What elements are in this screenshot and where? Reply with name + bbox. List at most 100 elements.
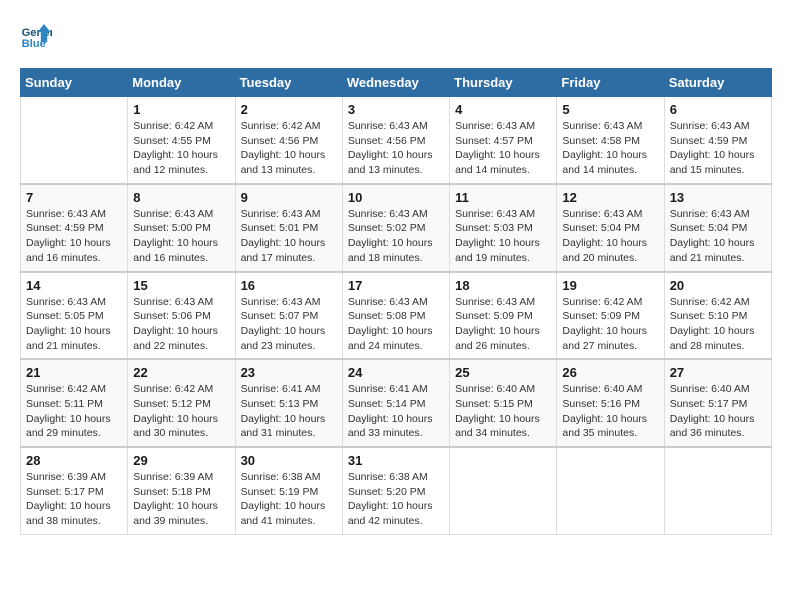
calendar-cell: 26 Sunrise: 6:40 AM Sunset: 5:16 PM Dayli…	[557, 359, 664, 447]
calendar-cell: 23 Sunrise: 6:41 AM Sunset: 5:13 PM Dayli…	[235, 359, 342, 447]
calendar-cell: 7 Sunrise: 6:43 AM Sunset: 4:59 PM Daylig…	[21, 184, 128, 272]
day-info: Sunrise: 6:43 AM Sunset: 5:04 PM Dayligh…	[670, 207, 766, 266]
day-info: Sunrise: 6:42 AM Sunset: 4:55 PM Dayligh…	[133, 119, 229, 178]
weekday-header-saturday: Saturday	[664, 69, 771, 97]
day-number: 23	[241, 365, 337, 380]
day-number: 18	[455, 278, 551, 293]
calendar-cell: 10 Sunrise: 6:43 AM Sunset: 5:02 PM Dayli…	[342, 184, 449, 272]
calendar-cell: 4 Sunrise: 6:43 AM Sunset: 4:57 PM Daylig…	[450, 97, 557, 184]
calendar-week-row: 14Sunrise: 6:43 AM Sunset: 5:05 PM Dayli…	[21, 272, 772, 360]
day-number: 15	[133, 278, 229, 293]
calendar-cell: 5 Sunrise: 6:43 AM Sunset: 4:58 PM Daylig…	[557, 97, 664, 184]
calendar-cell: 27 Sunrise: 6:40 AM Sunset: 5:17 PM Dayli…	[664, 359, 771, 447]
calendar-cell: 13Sunrise: 6:43 AM Sunset: 5:04 PM Dayli…	[664, 184, 771, 272]
day-info: Sunrise: 6:43 AM Sunset: 4:56 PM Dayligh…	[348, 119, 444, 178]
day-number: 8	[133, 190, 229, 205]
weekday-header-thursday: Thursday	[450, 69, 557, 97]
day-number: 31	[348, 453, 444, 468]
day-number: 3	[348, 102, 444, 117]
day-number: 20	[670, 278, 766, 293]
weekday-header-monday: Monday	[128, 69, 235, 97]
day-number: 9	[241, 190, 337, 205]
day-info: Sunrise: 6:40 AM Sunset: 5:16 PM Dayligh…	[562, 382, 658, 441]
day-number: 2	[241, 102, 337, 117]
day-number: 1	[133, 102, 229, 117]
calendar-header: SundayMondayTuesdayWednesdayThursdayFrid…	[21, 69, 772, 97]
day-info: Sunrise: 6:43 AM Sunset: 4:59 PM Dayligh…	[26, 207, 122, 266]
day-info: Sunrise: 6:43 AM Sunset: 4:58 PM Dayligh…	[562, 119, 658, 178]
calendar-cell: 18 Sunrise: 6:43 AM Sunset: 5:09 PM Dayli…	[450, 272, 557, 360]
day-number: 16	[241, 278, 337, 293]
day-info: Sunrise: 6:41 AM Sunset: 5:13 PM Dayligh…	[241, 382, 337, 441]
day-info: Sunrise: 6:43 AM Sunset: 4:59 PM Dayligh…	[670, 119, 766, 178]
day-info: Sunrise: 6:40 AM Sunset: 5:15 PM Dayligh…	[455, 382, 551, 441]
day-info: Sunrise: 6:39 AM Sunset: 5:17 PM Dayligh…	[26, 470, 122, 529]
calendar-cell: 3 Sunrise: 6:43 AM Sunset: 4:56 PM Daylig…	[342, 97, 449, 184]
calendar-cell: 19 Sunrise: 6:42 AM Sunset: 5:09 PM Dayli…	[557, 272, 664, 360]
day-info: Sunrise: 6:43 AM Sunset: 5:00 PM Dayligh…	[133, 207, 229, 266]
day-number: 11	[455, 190, 551, 205]
calendar-cell: 8 Sunrise: 6:43 AM Sunset: 5:00 PM Daylig…	[128, 184, 235, 272]
day-info: Sunrise: 6:43 AM Sunset: 5:03 PM Dayligh…	[455, 207, 551, 266]
day-info: Sunrise: 6:43 AM Sunset: 5:09 PM Dayligh…	[455, 295, 551, 354]
day-number: 4	[455, 102, 551, 117]
calendar-cell	[450, 447, 557, 534]
day-number: 25	[455, 365, 551, 380]
calendar-week-row: 21 Sunrise: 6:42 AM Sunset: 5:11 PM Dayli…	[21, 359, 772, 447]
day-number: 24	[348, 365, 444, 380]
weekday-header-sunday: Sunday	[21, 69, 128, 97]
day-info: Sunrise: 6:42 AM Sunset: 5:11 PM Dayligh…	[26, 382, 122, 441]
calendar-cell: 28 Sunrise: 6:39 AM Sunset: 5:17 PM Dayli…	[21, 447, 128, 534]
day-info: Sunrise: 6:43 AM Sunset: 5:01 PM Dayligh…	[241, 207, 337, 266]
day-info: Sunrise: 6:43 AM Sunset: 4:57 PM Dayligh…	[455, 119, 551, 178]
calendar-cell	[557, 447, 664, 534]
day-number: 27	[670, 365, 766, 380]
logo: General Blue	[20, 20, 56, 52]
day-info: Sunrise: 6:42 AM Sunset: 5:09 PM Dayligh…	[562, 295, 658, 354]
day-number: 6	[670, 102, 766, 117]
weekday-header-wednesday: Wednesday	[342, 69, 449, 97]
calendar-cell: 14Sunrise: 6:43 AM Sunset: 5:05 PM Dayli…	[21, 272, 128, 360]
day-info: Sunrise: 6:38 AM Sunset: 5:19 PM Dayligh…	[241, 470, 337, 529]
day-info: Sunrise: 6:41 AM Sunset: 5:14 PM Dayligh…	[348, 382, 444, 441]
day-info: Sunrise: 6:40 AM Sunset: 5:17 PM Dayligh…	[670, 382, 766, 441]
weekday-header-row: SundayMondayTuesdayWednesdayThursdayFrid…	[21, 69, 772, 97]
calendar-cell: 29 Sunrise: 6:39 AM Sunset: 5:18 PM Dayli…	[128, 447, 235, 534]
day-info: Sunrise: 6:42 AM Sunset: 4:56 PM Dayligh…	[241, 119, 337, 178]
day-number: 28	[26, 453, 122, 468]
day-number: 29	[133, 453, 229, 468]
calendar-cell: 2 Sunrise: 6:42 AM Sunset: 4:56 PM Daylig…	[235, 97, 342, 184]
calendar-cell: 21 Sunrise: 6:42 AM Sunset: 5:11 PM Dayli…	[21, 359, 128, 447]
day-number: 30	[241, 453, 337, 468]
page-header: General Blue	[20, 20, 772, 52]
calendar-body: 1 Sunrise: 6:42 AM Sunset: 4:55 PM Daylig…	[21, 97, 772, 535]
day-number: 17	[348, 278, 444, 293]
day-info: Sunrise: 6:39 AM Sunset: 5:18 PM Dayligh…	[133, 470, 229, 529]
day-info: Sunrise: 6:38 AM Sunset: 5:20 PM Dayligh…	[348, 470, 444, 529]
day-number: 19	[562, 278, 658, 293]
day-info: Sunrise: 6:43 AM Sunset: 5:02 PM Dayligh…	[348, 207, 444, 266]
calendar-cell: 16Sunrise: 6:43 AM Sunset: 5:07 PM Dayli…	[235, 272, 342, 360]
logo-icon: General Blue	[20, 20, 52, 52]
calendar-cell: 24 Sunrise: 6:41 AM Sunset: 5:14 PM Dayli…	[342, 359, 449, 447]
calendar-cell: 9 Sunrise: 6:43 AM Sunset: 5:01 PM Daylig…	[235, 184, 342, 272]
calendar-cell: 20 Sunrise: 6:42 AM Sunset: 5:10 PM Dayli…	[664, 272, 771, 360]
calendar-week-row: 1 Sunrise: 6:42 AM Sunset: 4:55 PM Daylig…	[21, 97, 772, 184]
calendar-cell: 25 Sunrise: 6:40 AM Sunset: 5:15 PM Dayli…	[450, 359, 557, 447]
day-number: 12	[562, 190, 658, 205]
calendar-cell: 17Sunrise: 6:43 AM Sunset: 5:08 PM Dayli…	[342, 272, 449, 360]
day-number: 26	[562, 365, 658, 380]
day-info: Sunrise: 6:42 AM Sunset: 5:10 PM Dayligh…	[670, 295, 766, 354]
calendar-cell: 30 Sunrise: 6:38 AM Sunset: 5:19 PM Dayli…	[235, 447, 342, 534]
calendar-cell: 15Sunrise: 6:43 AM Sunset: 5:06 PM Dayli…	[128, 272, 235, 360]
day-number: 7	[26, 190, 122, 205]
calendar-cell	[21, 97, 128, 184]
day-number: 5	[562, 102, 658, 117]
day-info: Sunrise: 6:43 AM Sunset: 5:05 PM Dayligh…	[26, 295, 122, 354]
day-number: 10	[348, 190, 444, 205]
weekday-header-tuesday: Tuesday	[235, 69, 342, 97]
day-number: 21	[26, 365, 122, 380]
day-number: 22	[133, 365, 229, 380]
calendar-cell: 11 Sunrise: 6:43 AM Sunset: 5:03 PM Dayli…	[450, 184, 557, 272]
calendar-cell	[664, 447, 771, 534]
